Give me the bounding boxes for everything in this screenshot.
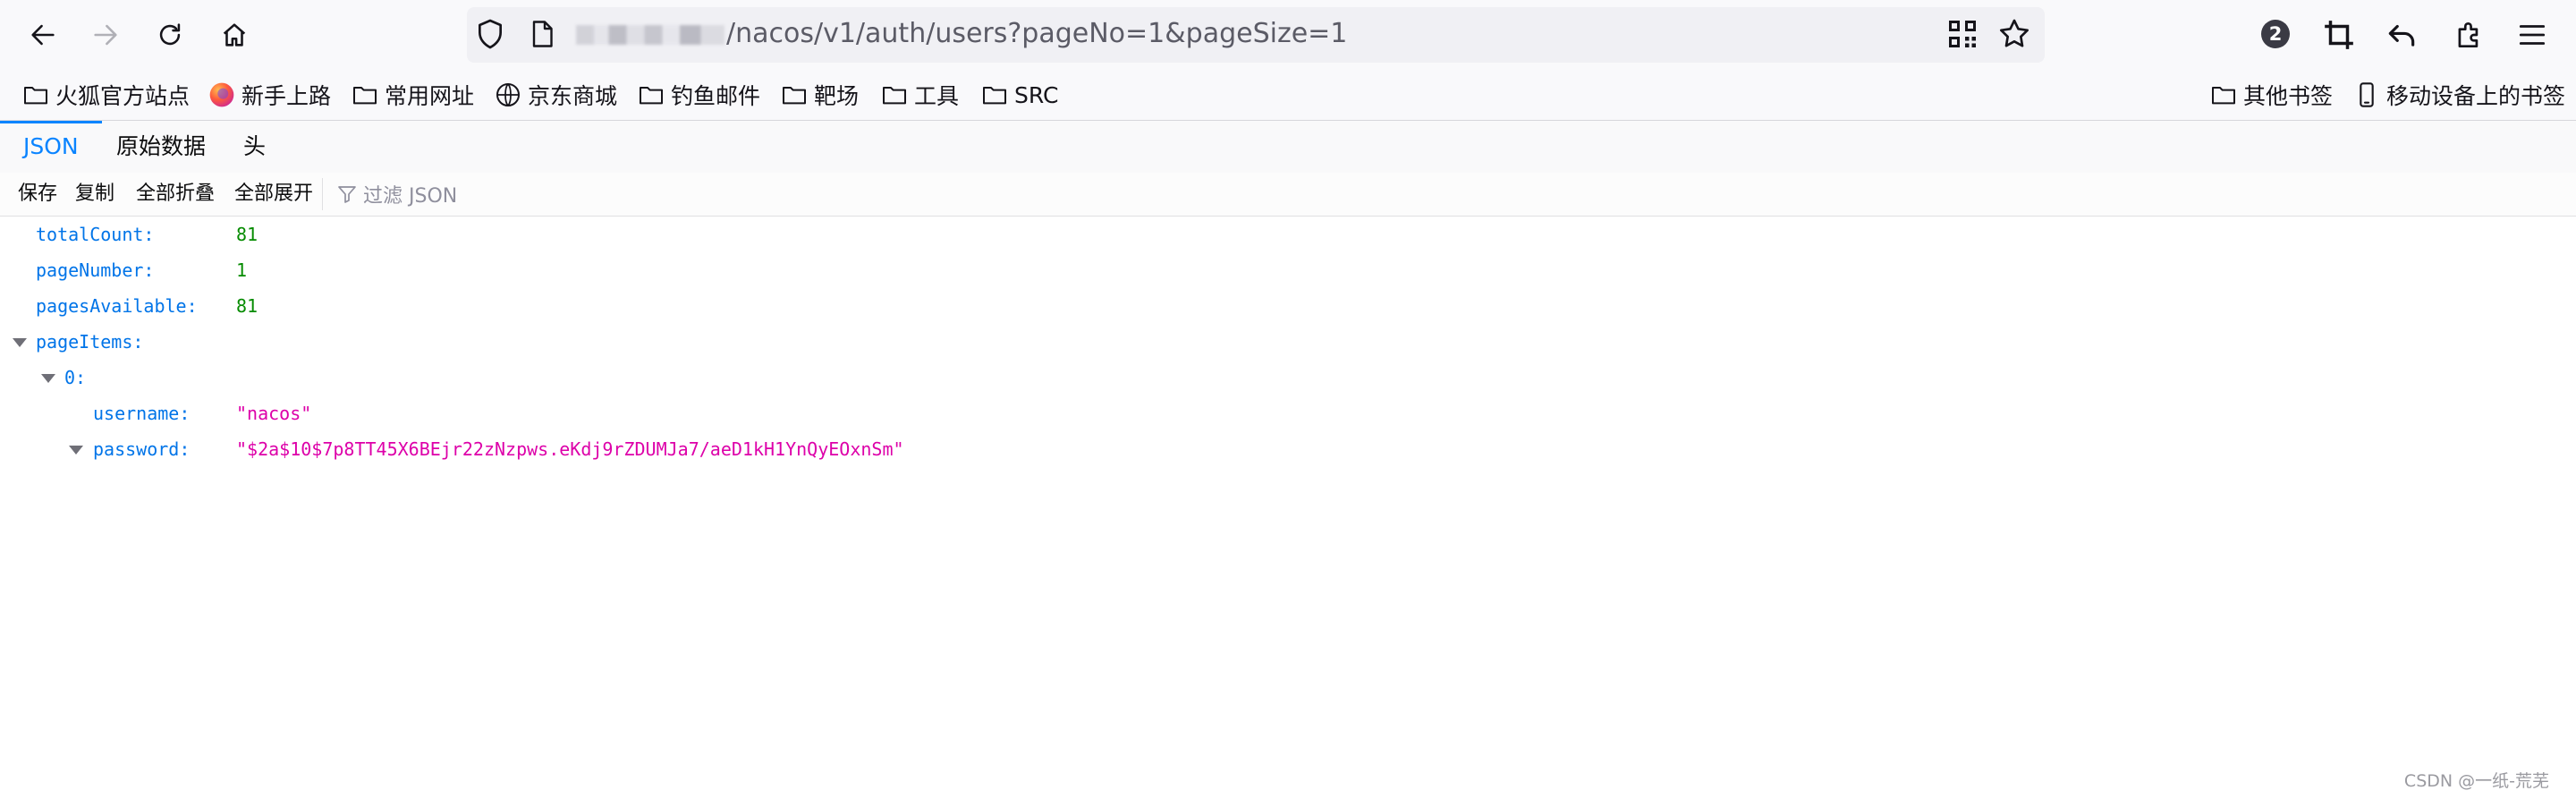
filter-json-input[interactable]: 过滤 JSON — [336, 173, 457, 216]
json-row-pageitems[interactable]: pageItems: — [36, 324, 143, 360]
home-button[interactable] — [215, 15, 254, 55]
expand-toggle-icon[interactable] — [69, 446, 83, 455]
undo-icon[interactable] — [2385, 18, 2419, 52]
tab-headers[interactable]: 头 — [240, 121, 269, 173]
json-key: 0: — [64, 367, 87, 388]
bookmark-folder[interactable]: 钓鱼邮件 — [637, 77, 760, 113]
folder-icon — [883, 87, 906, 105]
redacted-host — [576, 25, 724, 45]
tab-json[interactable]: JSON — [0, 121, 102, 173]
url-text[interactable]: /nacos/v1/auth/users?pageNo=1&pageSize=1 — [726, 16, 1347, 52]
json-value-totalcount: 81 — [236, 224, 258, 245]
json-row-index-0[interactable]: 0: — [64, 360, 86, 395]
json-value-pagenumber: 1 — [236, 259, 248, 281]
extension-badge[interactable]: 2 — [2261, 20, 2290, 48]
json-value-password: "$2a$10$7p8TT45X6BEjr22zNzpws.eKdj9rZDUM… — [236, 438, 904, 460]
watermark: CSDN @一纸-荒芜 — [2403, 771, 2549, 791]
mobile-device-icon — [2360, 82, 2374, 107]
globe-icon — [496, 83, 520, 106]
toolbar-divider — [322, 178, 323, 210]
bookmark-link[interactable]: 京东商城 — [494, 77, 617, 113]
reload-button[interactable] — [150, 15, 190, 55]
crop-icon[interactable] — [2322, 18, 2356, 52]
home-icon — [223, 23, 246, 47]
bookmarks-toolbar: 火狐官方站点 新手上路 常用网址 京东商城 钓鱼邮件 靶场 工具 SRC 其他书… — [0, 70, 2576, 120]
save-button[interactable]: 保存 — [18, 173, 57, 216]
json-value-username: "nacos" — [236, 403, 312, 424]
json-key: totalCount: — [36, 224, 155, 245]
bookmark-star-icon[interactable] — [1996, 16, 2032, 52]
bookmark-label: 常用网址 — [385, 83, 475, 109]
bookmark-folder-mobile[interactable]: 移动设备上的书签 — [2352, 77, 2565, 113]
bookmark-label: 新手上路 — [242, 83, 332, 109]
bookmark-folder[interactable]: 火狐官方站点 — [21, 77, 190, 113]
arrow-left-icon — [31, 24, 55, 46]
bookmark-link[interactable]: 新手上路 — [208, 77, 331, 113]
arrow-right-icon — [94, 24, 117, 46]
folder-icon — [2212, 87, 2235, 105]
bookmark-folder[interactable]: SRC — [980, 77, 1058, 113]
firefox-logo-icon — [209, 82, 234, 107]
expand-toggle-icon[interactable] — [13, 338, 27, 347]
bookmark-folder-other[interactable]: 其他书签 — [2209, 77, 2333, 113]
bookmark-folder[interactable]: 工具 — [880, 77, 959, 113]
bookmark-label: 火狐官方站点 — [55, 83, 191, 109]
bookmark-label: 靶场 — [814, 83, 860, 109]
json-key: username: — [93, 403, 191, 424]
bookmark-label: 移动设备上的书签 — [2386, 83, 2566, 109]
copy-button[interactable]: 复制 — [75, 173, 114, 216]
bookmark-label: 其他书签 — [2243, 83, 2334, 109]
page-icon[interactable] — [526, 16, 558, 52]
folder-icon — [24, 87, 47, 105]
collapse-all-button[interactable]: 全部折叠 — [136, 173, 215, 216]
json-row-username[interactable]: username: — [93, 395, 190, 431]
json-key: pagesAvailable: — [36, 295, 198, 317]
expand-all-button[interactable]: 全部展开 — [234, 173, 313, 216]
folder-icon — [640, 87, 663, 105]
bookmark-label: 钓鱼邮件 — [671, 83, 761, 109]
bookmark-folder[interactable]: 靶场 — [780, 77, 859, 113]
back-button[interactable] — [23, 15, 63, 55]
expand-toggle-icon[interactable] — [41, 374, 55, 383]
bookmark-label: SRC — [1014, 81, 1059, 108]
json-key: password: — [93, 438, 191, 460]
forward-button[interactable] — [86, 15, 125, 55]
json-row-password[interactable]: password: — [93, 431, 190, 467]
bookmark-label: 工具 — [914, 83, 960, 109]
qr-code-icon[interactable] — [1946, 18, 1979, 50]
navigation-toolbar: /nacos/v1/auth/users?pageNo=1&pageSize=1… — [0, 0, 2576, 70]
viewer-tabs: JSON 原始数据 头 — [0, 120, 2576, 174]
json-row-totalcount[interactable]: totalCount: — [36, 217, 154, 252]
reload-icon — [159, 23, 181, 46]
filter-icon — [338, 186, 356, 203]
shield-icon[interactable] — [472, 16, 508, 52]
bookmark-label: 京东商城 — [528, 83, 618, 109]
json-value-pagesavailable: 81 — [236, 295, 258, 317]
folder-icon — [783, 87, 806, 105]
json-row-pagesavailable[interactable]: pagesAvailable: — [36, 288, 198, 324]
viewer-toolbar: 保存 复制 全部折叠 全部展开 过滤 JSON — [0, 173, 2576, 217]
json-key: pageNumber: — [36, 259, 155, 281]
tab-raw-data[interactable]: 原始数据 — [113, 121, 209, 173]
filter-placeholder: 过滤 JSON — [363, 185, 458, 208]
menu-icon[interactable] — [2515, 18, 2549, 52]
bookmark-folder[interactable]: 常用网址 — [351, 77, 474, 113]
extensions-puzzle-icon[interactable] — [2453, 18, 2487, 52]
json-row-pagenumber[interactable]: pageNumber: — [36, 252, 154, 288]
folder-icon — [353, 87, 377, 105]
json-key: pageItems: — [36, 331, 144, 353]
folder-icon — [983, 87, 1006, 105]
